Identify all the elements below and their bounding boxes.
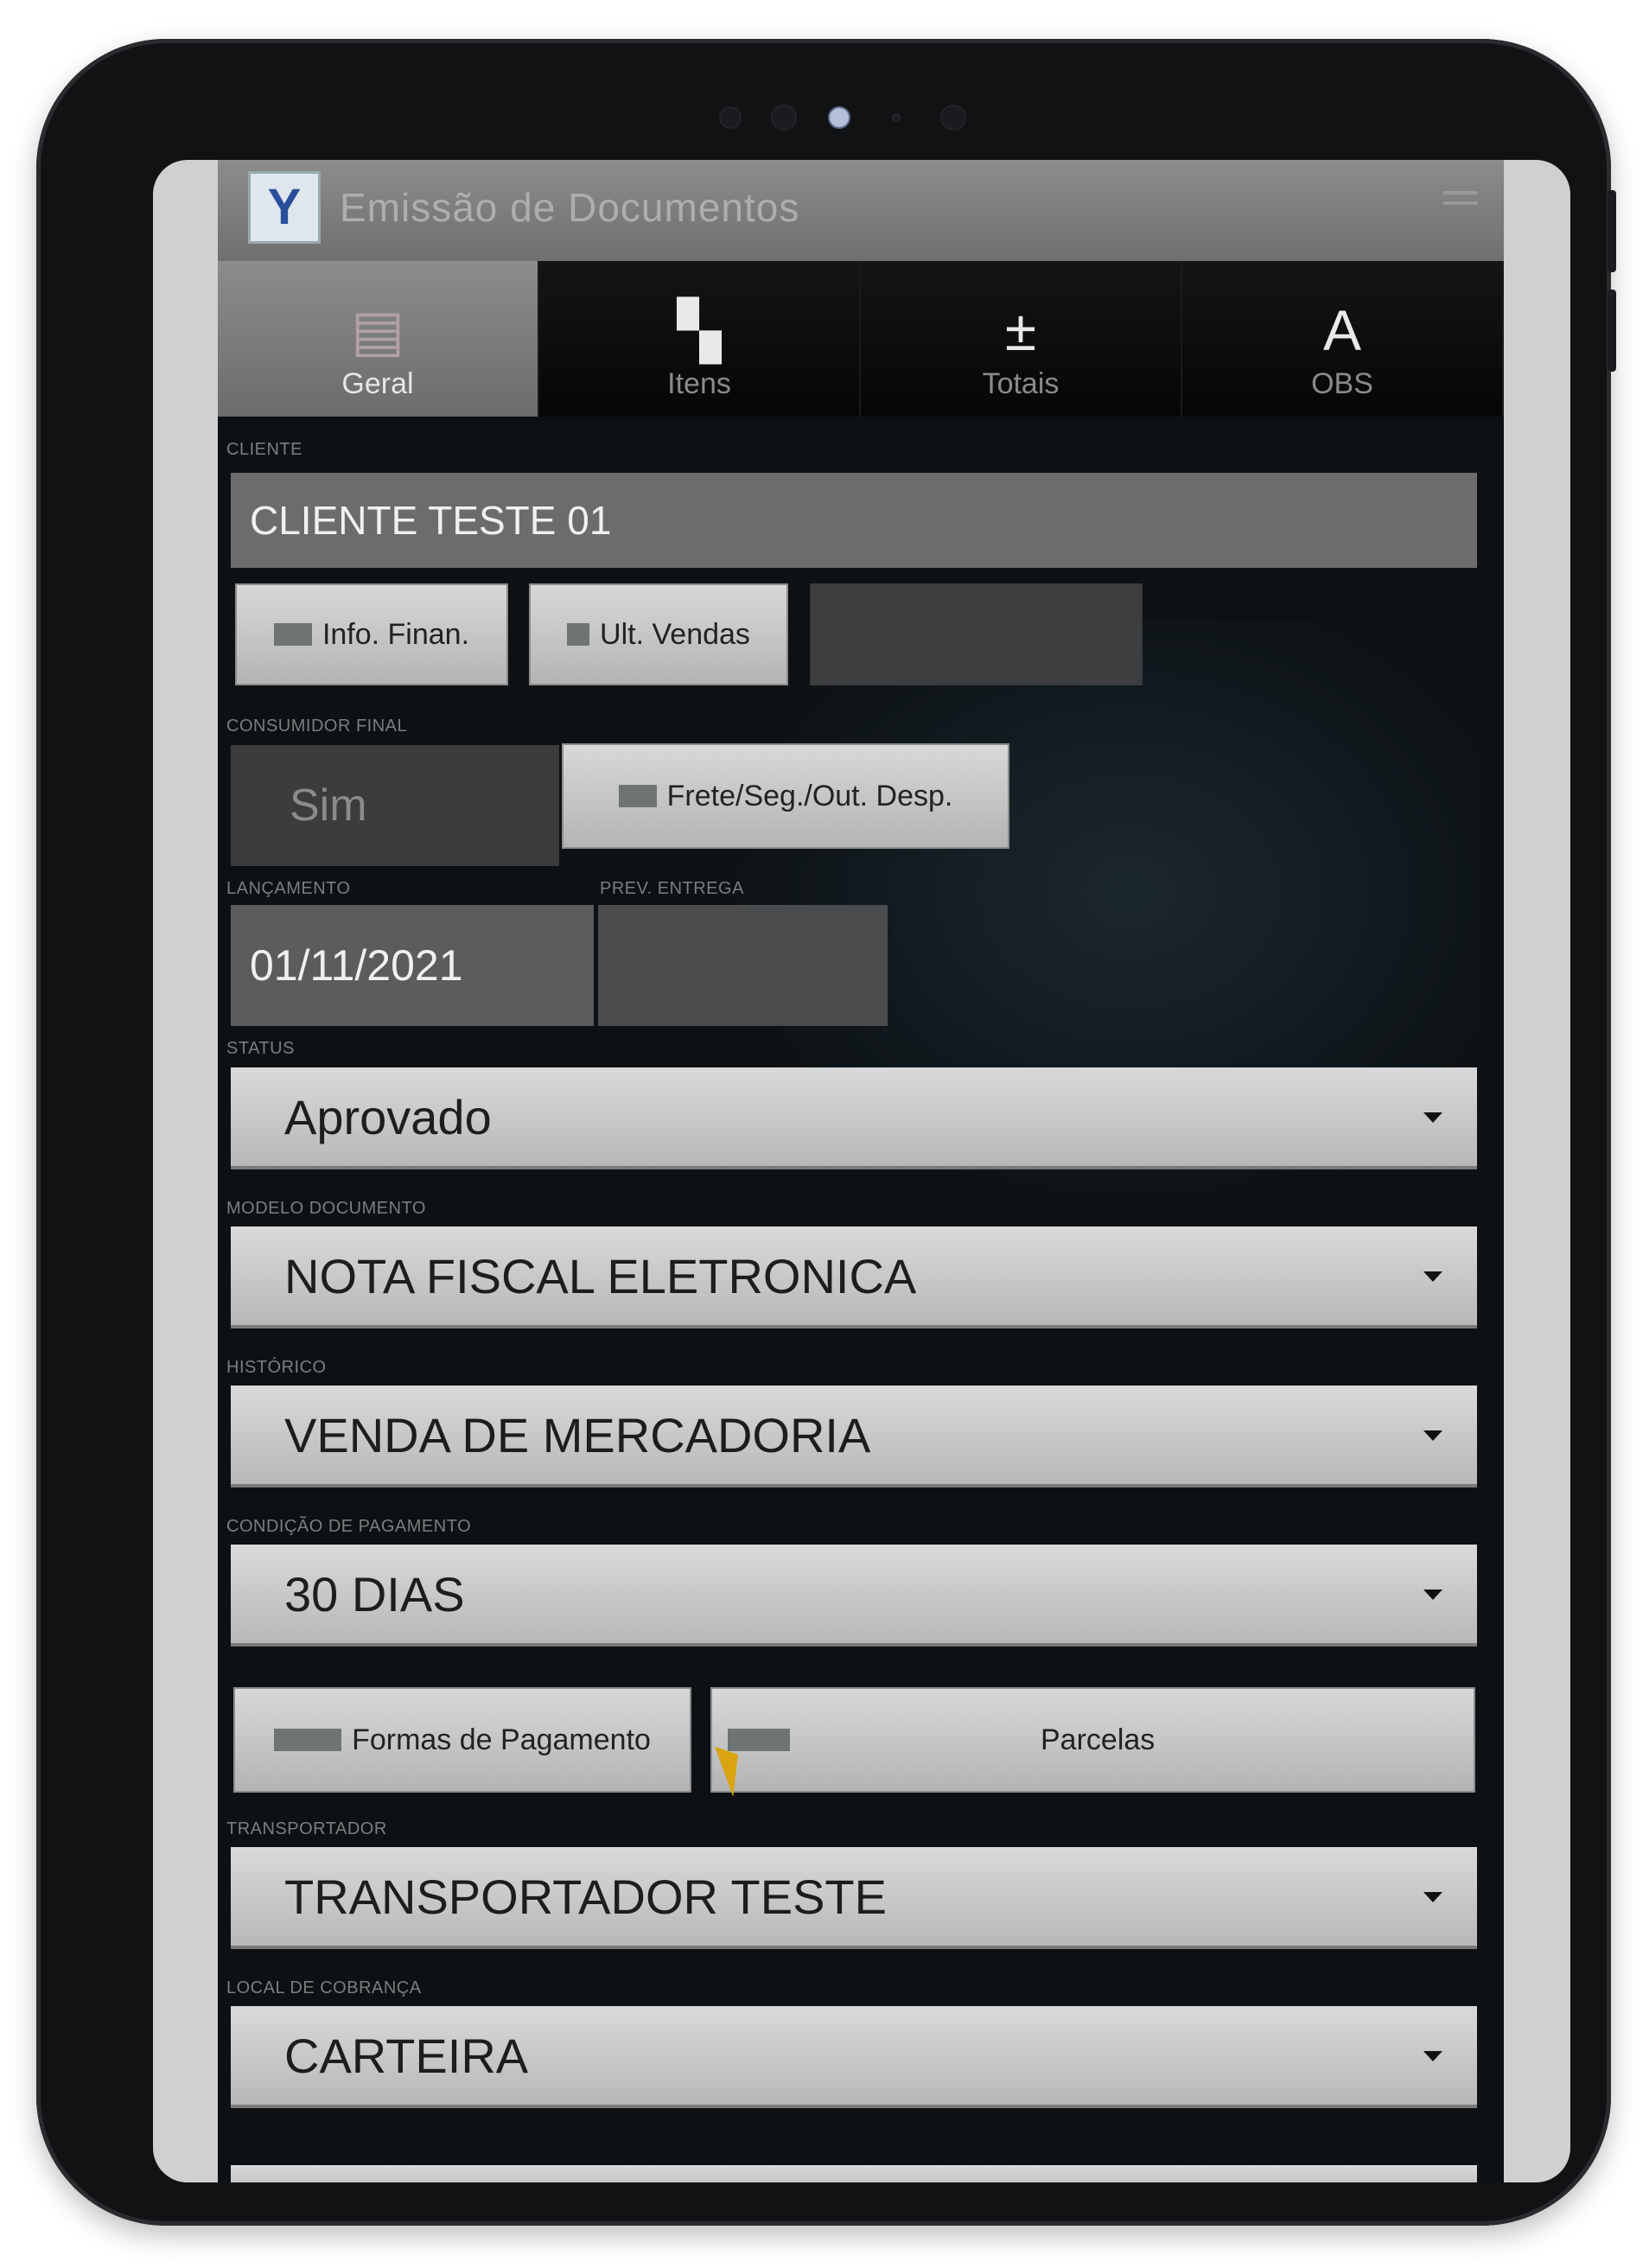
historico-label: HISTÓRICO <box>226 1358 327 1377</box>
historico-select[interactable]: VENDA DE MERCADORIA <box>231 1386 1477 1488</box>
tablet-screen: Y Emissão de Documentos ▤ Geral ▚ Itens … <box>153 160 1570 2182</box>
button-label: Formas de Pagamento <box>352 1723 651 1756</box>
app-title: Emissão de Documentos <box>340 184 800 230</box>
button-label: Parcelas <box>1041 1723 1156 1756</box>
calculator-icon: ± <box>1004 298 1037 362</box>
next-field-select[interactable] <box>231 2165 1477 2182</box>
shirt-icon: ▚ <box>677 298 722 362</box>
document-icon: ▤ <box>350 298 405 362</box>
cliente-label: CLIENTE <box>226 440 302 459</box>
disabled-button <box>810 583 1143 685</box>
select-value: VENDA DE MERCADORIA <box>284 1407 871 1462</box>
dropdown-arrow-icon <box>1423 1430 1442 1441</box>
tab-label: Itens <box>667 367 731 400</box>
tab-itens[interactable]: ▚ Itens <box>539 261 861 417</box>
select-value: CARTEIRA <box>284 2028 529 2083</box>
tab-totais[interactable]: ± Totais <box>861 261 1182 417</box>
modelo-label: MODELO DOCUMENTO <box>226 1199 426 1218</box>
tab-label: Geral <box>341 367 414 400</box>
select-value: Aprovado <box>284 1089 492 1144</box>
modelo-select[interactable]: NOTA FISCAL ELETRONICA <box>231 1226 1477 1328</box>
camera-lens <box>828 106 850 129</box>
money-icon <box>273 623 312 646</box>
select-value: NOTA FISCAL ELETRONICA <box>284 1248 917 1303</box>
tablet-frame: Y Emissão de Documentos ▤ Geral ▚ Itens … <box>36 39 1616 2226</box>
power-button <box>1608 190 1616 272</box>
dropdown-arrow-icon <box>1423 1112 1442 1123</box>
chart-icon <box>567 623 590 646</box>
select-value: 30 DIAS <box>284 1566 465 1621</box>
menu-icon[interactable] <box>1443 191 1478 215</box>
tab-label: OBS <box>1311 367 1373 400</box>
text-icon: A <box>1322 298 1362 362</box>
condicao-label: CONDIÇÃO DE PAGAMENTO <box>226 1517 472 1536</box>
condicao-select[interactable]: 30 DIAS <box>231 1545 1477 1647</box>
camera-bar <box>719 96 1013 139</box>
app-logo-icon: Y <box>248 170 321 244</box>
parcelas-button[interactable]: Parcelas <box>710 1687 1475 1793</box>
button-label: Frete/Seg./Out. Desp. <box>666 779 953 812</box>
title-bar: Y Emissão de Documentos <box>218 160 1504 261</box>
dropdown-arrow-icon <box>1423 1892 1442 1902</box>
consumidor-label: CONSUMIDOR FINAL <box>226 717 408 736</box>
installments-icon <box>728 1729 790 1751</box>
prev-entrega-field[interactable] <box>598 905 888 1026</box>
select-value: TRANSPORTADOR TESTE <box>284 1869 887 1924</box>
status-select[interactable]: Aprovado <box>231 1067 1477 1169</box>
payment-icon <box>274 1729 342 1751</box>
transportador-label: TRANSPORTADOR <box>226 1819 387 1838</box>
lancamento-field[interactable]: 01/11/2021 <box>231 905 594 1026</box>
volume-button <box>1608 290 1616 372</box>
local-cobranca-select[interactable]: CARTEIRA <box>231 2006 1477 2108</box>
lancamento-label: LANÇAMENTO <box>226 879 351 898</box>
button-label: Ult. Vendas <box>600 617 750 651</box>
consumidor-field[interactable]: Sim <box>231 745 559 866</box>
prev-entrega-label: PREV. ENTREGA <box>600 879 744 898</box>
formas-pagamento-button[interactable]: Formas de Pagamento <box>233 1687 691 1793</box>
dropdown-arrow-icon <box>1423 2051 1442 2061</box>
local-cobranca-label: LOCAL DE COBRANÇA <box>226 1978 422 1997</box>
ult-vendas-button[interactable]: Ult. Vendas <box>529 583 788 685</box>
frete-button[interactable]: Frete/Seg./Out. Desp. <box>562 743 1009 849</box>
truck-icon <box>618 785 657 807</box>
tab-label: Totais <box>982 367 1060 400</box>
button-label: Info. Finan. <box>322 617 470 651</box>
tab-geral[interactable]: ▤ Geral <box>218 261 539 417</box>
dropdown-arrow-icon <box>1423 1271 1442 1282</box>
tab-obs[interactable]: A OBS <box>1182 261 1504 417</box>
dropdown-arrow-icon <box>1423 1590 1442 1600</box>
app-window: Y Emissão de Documentos ▤ Geral ▚ Itens … <box>218 160 1504 2182</box>
info-finan-button[interactable]: Info. Finan. <box>235 583 508 685</box>
status-label: STATUS <box>226 1039 295 1058</box>
tab-bar: ▤ Geral ▚ Itens ± Totais A OBS <box>218 261 1504 417</box>
transportador-select[interactable]: TRANSPORTADOR TESTE <box>231 1847 1477 1949</box>
cliente-field[interactable]: CLIENTE TESTE 01 <box>231 473 1477 568</box>
